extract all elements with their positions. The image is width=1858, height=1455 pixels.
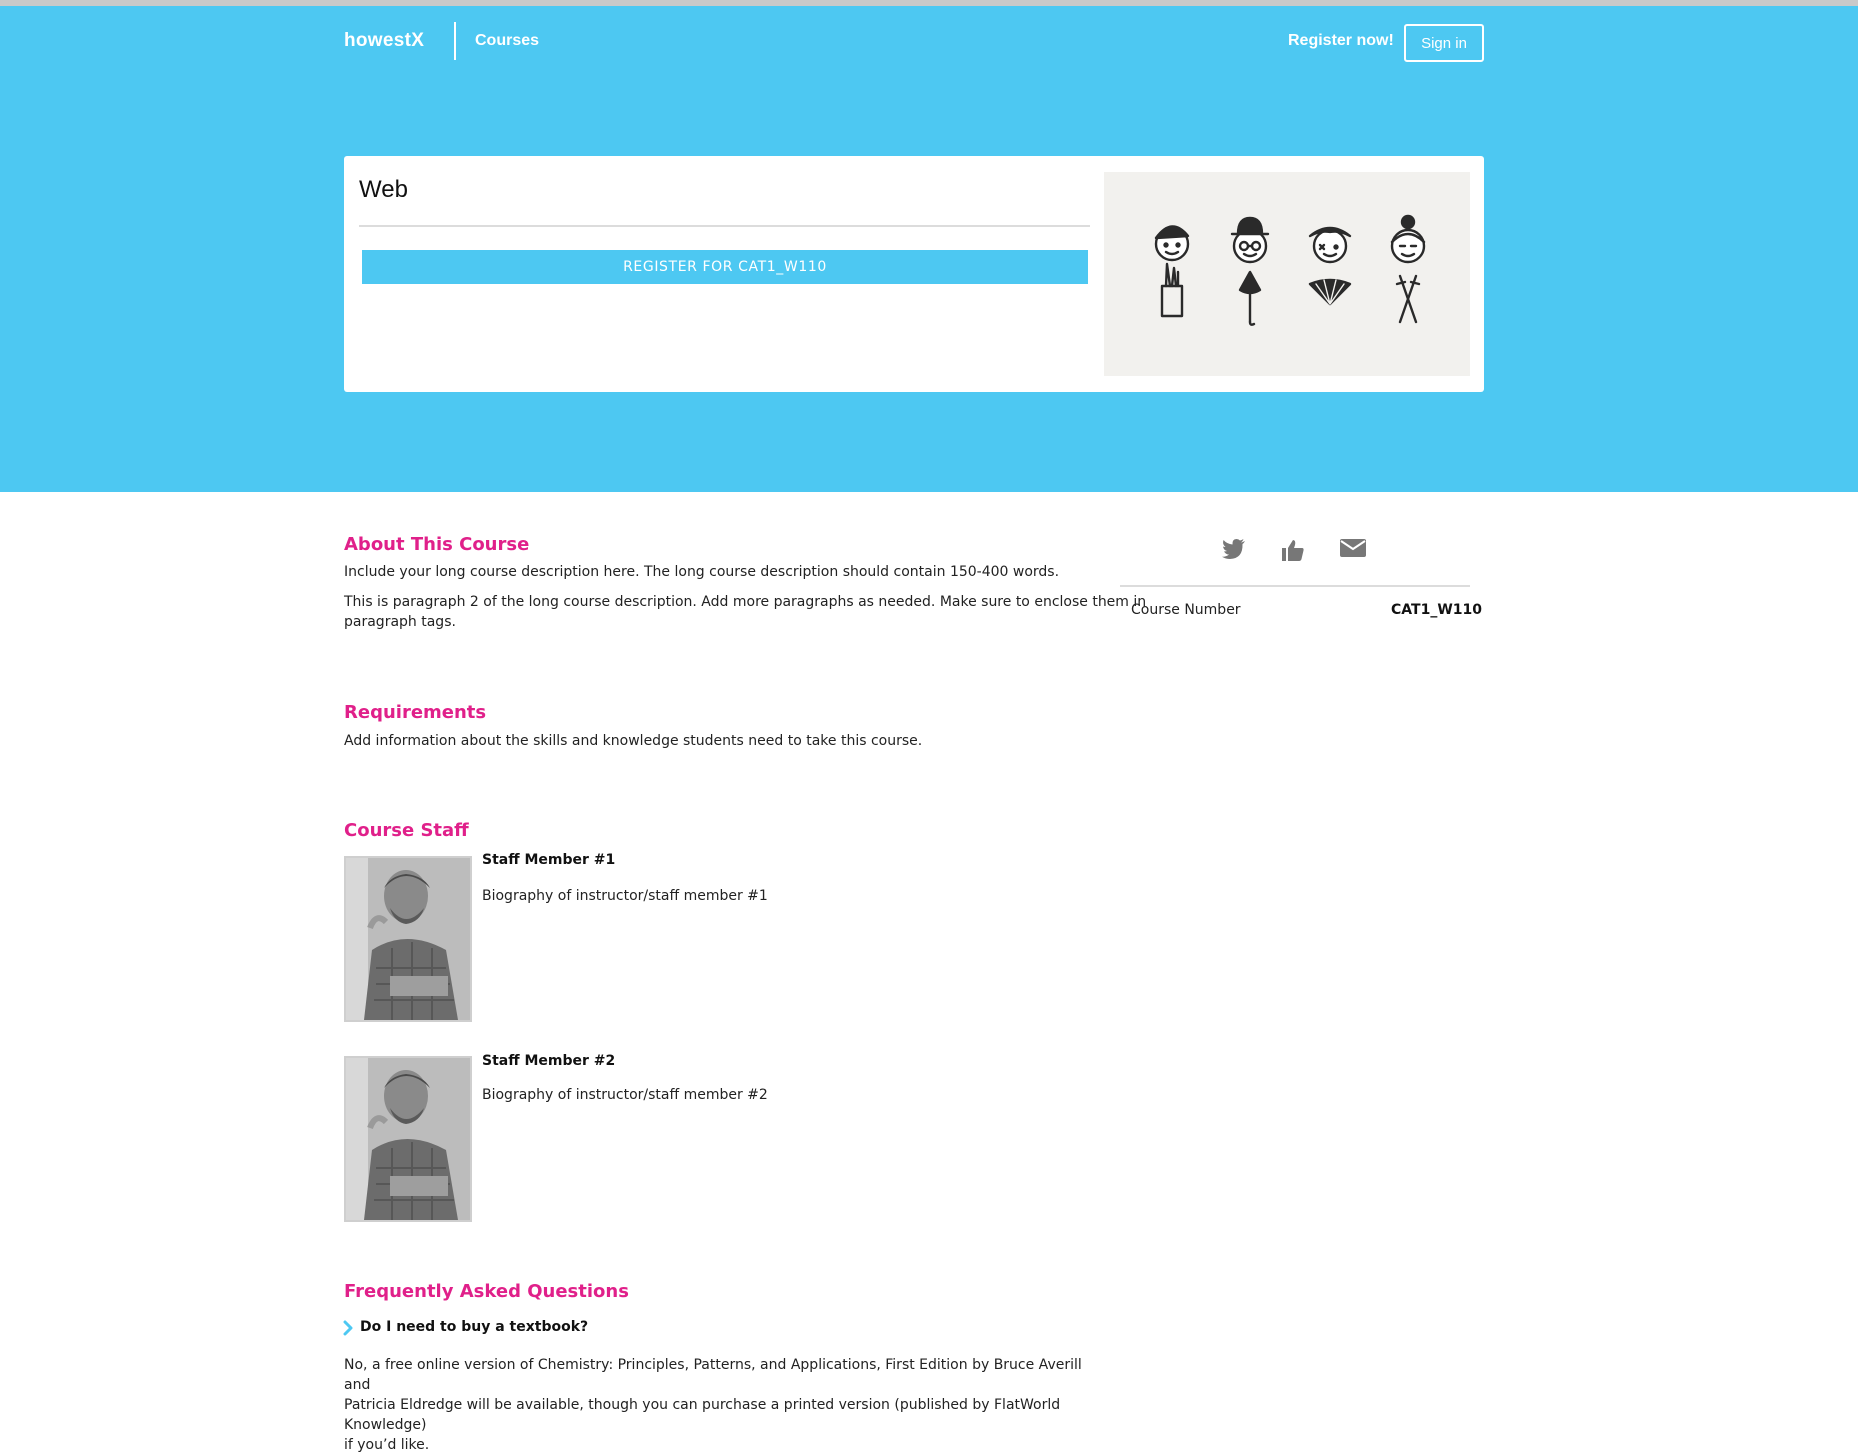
card-divider (359, 225, 1090, 227)
site-logo[interactable]: howestX (344, 30, 424, 52)
course-title: Web (359, 176, 408, 203)
faq-answer-line-2: Patricia Eldredge will be available, tho… (344, 1397, 1061, 1433)
staff-name-1: Staff Member #1 (482, 852, 616, 868)
staff-photo-1 (344, 856, 472, 1022)
faq-question[interactable]: Do I need to buy a textbook? (360, 1319, 588, 1335)
course-number-label: Course Number (1131, 602, 1241, 618)
sign-in-button[interactable]: Sign in (1404, 24, 1484, 62)
figure-beret-icon (1154, 225, 1190, 318)
course-image (1104, 172, 1470, 376)
about-paragraph-1: Include your long course description her… (344, 564, 1060, 580)
about-paragraph-2-line-1: This is paragraph 2 of the long course d… (344, 594, 1147, 610)
requirements-text: Add information about the skills and kno… (344, 733, 923, 749)
figure-bowler-icon (1230, 216, 1270, 326)
staff-portrait-image (346, 858, 470, 1020)
staff-bio-1: Biography of instructor/staff member #1 (482, 888, 768, 904)
chevron-right-icon[interactable] (343, 1320, 355, 1336)
course-illustration (1154, 214, 1426, 326)
register-course-button[interactable]: REGISTER FOR CAT1_W110 (362, 250, 1088, 284)
course-number-value: CAT1_W110 (1391, 602, 1482, 618)
thumbs-up-icon[interactable] (1281, 538, 1305, 562)
staff-heading: Course Staff (344, 820, 469, 841)
requirements-heading: Requirements (344, 702, 487, 723)
figure-bun-icon (1390, 214, 1426, 324)
staff-name-2: Staff Member #2 (482, 1053, 616, 1069)
nav-courses-link[interactable]: Courses (475, 32, 539, 50)
about-heading: About This Course (344, 534, 530, 555)
figure-tricorne-icon (1308, 226, 1352, 306)
register-now-link[interactable]: Register now! (1288, 32, 1394, 50)
nav-divider (454, 22, 456, 60)
staff-portrait-image (346, 1058, 470, 1220)
faq-answer-line-3: if you’d like. (344, 1437, 430, 1453)
about-paragraph-2-line-2: paragraph tags. (344, 614, 456, 630)
sidebar-divider (1120, 585, 1470, 587)
staff-bio-2: Biography of instructor/staff member #2 (482, 1087, 768, 1103)
faq-heading: Frequently Asked Questions (344, 1281, 629, 1302)
faq-answer: No, a free online version of Chemistry: … (344, 1355, 1094, 1455)
envelope-icon[interactable] (1340, 538, 1366, 558)
faq-answer-line-1: No, a free online version of Chemistry: … (344, 1357, 1082, 1393)
staff-photo-2 (344, 1056, 472, 1222)
twitter-icon[interactable] (1222, 538, 1246, 560)
